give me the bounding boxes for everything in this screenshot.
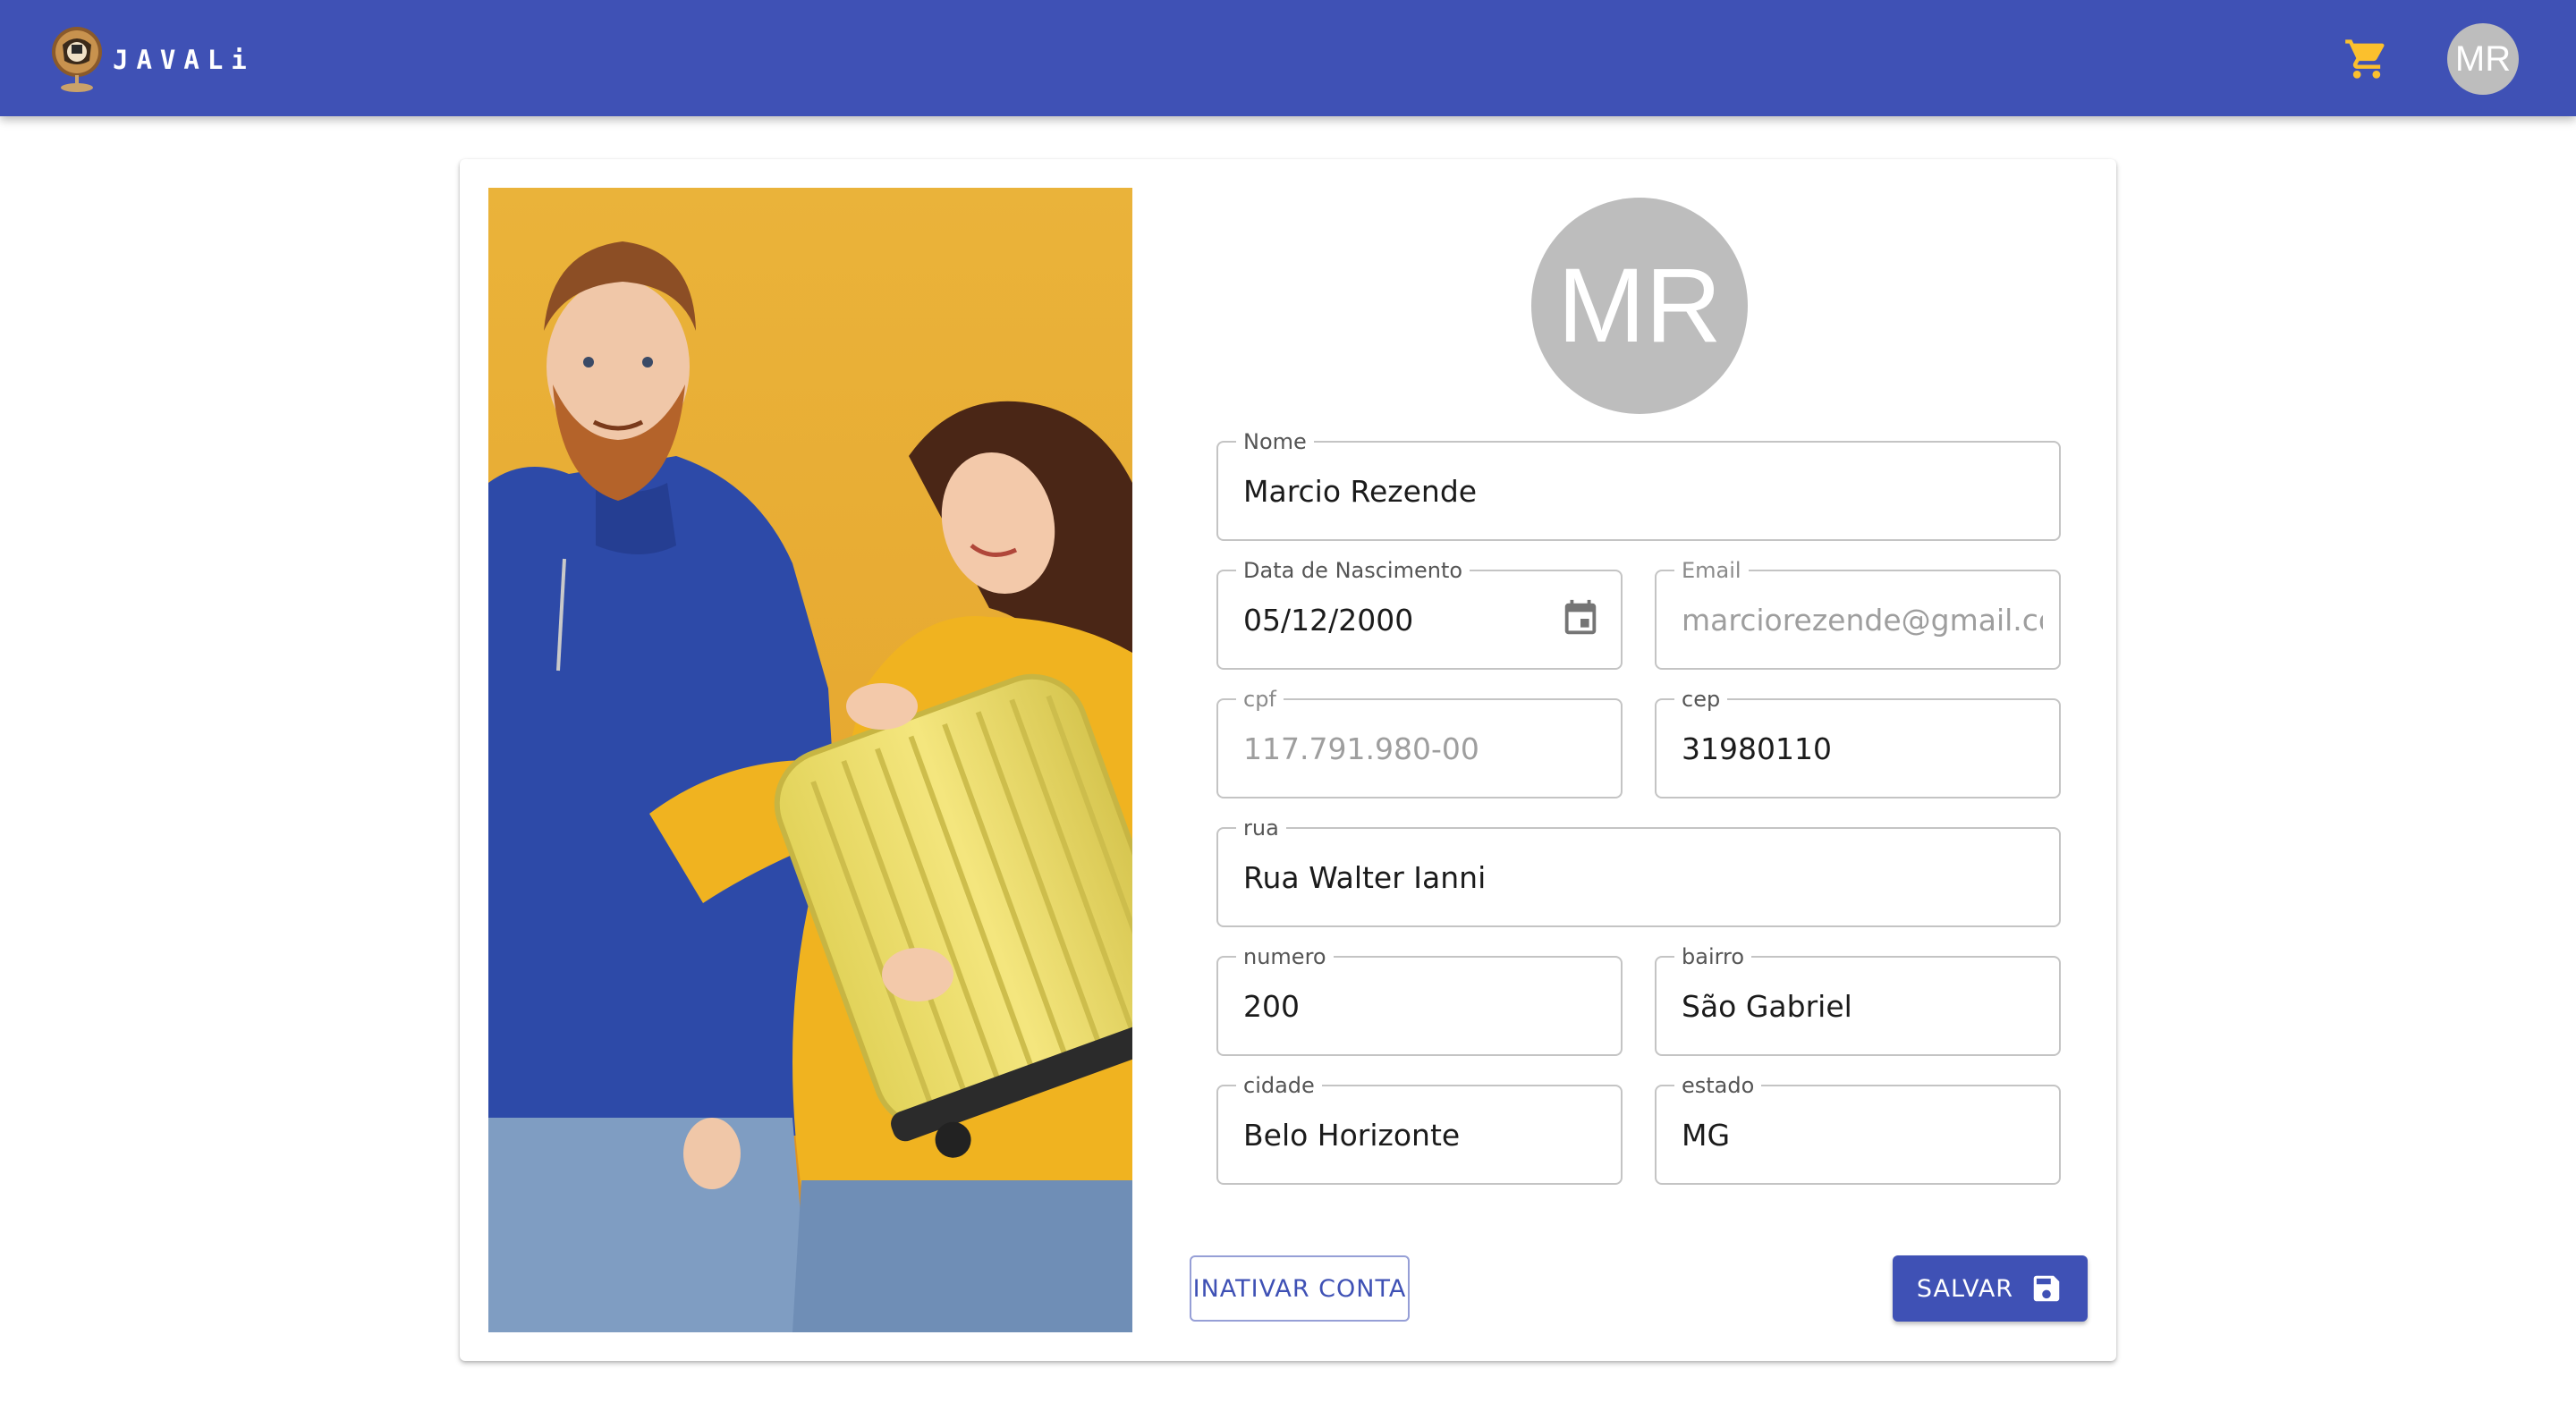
couple-with-yellow-suitcase-photo (488, 188, 1132, 1332)
cpf-field[interactable]: cpf (1216, 687, 1623, 798)
bairro-input[interactable] (1682, 958, 2043, 1054)
app-bar: JAVALi MR (0, 0, 2576, 116)
shopping-cart-icon (2345, 39, 2385, 79)
cpf-input (1243, 700, 1605, 797)
cidade-field[interactable]: cidade (1216, 1073, 1623, 1185)
estado-field[interactable]: estado (1655, 1073, 2061, 1185)
globe-bust-logo-icon (52, 27, 102, 92)
salvar-label: SALVAR (1916, 1274, 2014, 1303)
cep-field[interactable]: cep (1655, 687, 2061, 798)
estado-input[interactable] (1682, 1086, 2043, 1183)
nome-input[interactable] (1243, 443, 2030, 539)
save-icon (2033, 1275, 2060, 1302)
data-nascimento-field[interactable]: Data de Nascimento (1216, 558, 1623, 670)
inativar-conta-button[interactable]: INATIVAR CONTA (1190, 1255, 1410, 1322)
cart-button[interactable] (2343, 36, 2390, 82)
profile-card: MR Nome Data de Nascimento Email cpf cep… (460, 159, 2116, 1361)
cep-input[interactable] (1682, 700, 2043, 797)
user-avatar-button[interactable]: MR (2447, 23, 2519, 95)
email-input (1682, 571, 2043, 668)
brand-logo[interactable]: JAVALi (50, 25, 255, 95)
calendar-icon[interactable] (1560, 598, 1601, 639)
email-field[interactable]: Email (1655, 558, 2061, 670)
numero-field[interactable]: numero (1216, 944, 1623, 1056)
profile-avatar: MR (1531, 198, 1748, 414)
rua-input[interactable] (1243, 829, 2030, 925)
nome-field[interactable]: Nome (1216, 429, 2061, 541)
rua-field[interactable]: rua (1216, 815, 2061, 927)
salvar-button[interactable]: SALVAR (1893, 1255, 2088, 1322)
data-nascimento-input[interactable] (1243, 571, 1547, 668)
brand-name: JAVALi (113, 45, 255, 75)
bairro-field[interactable]: bairro (1655, 944, 2061, 1056)
cidade-input[interactable] (1243, 1086, 1605, 1183)
numero-input[interactable] (1243, 958, 1605, 1054)
inativar-conta-label: INATIVAR CONTA (1192, 1274, 1407, 1303)
